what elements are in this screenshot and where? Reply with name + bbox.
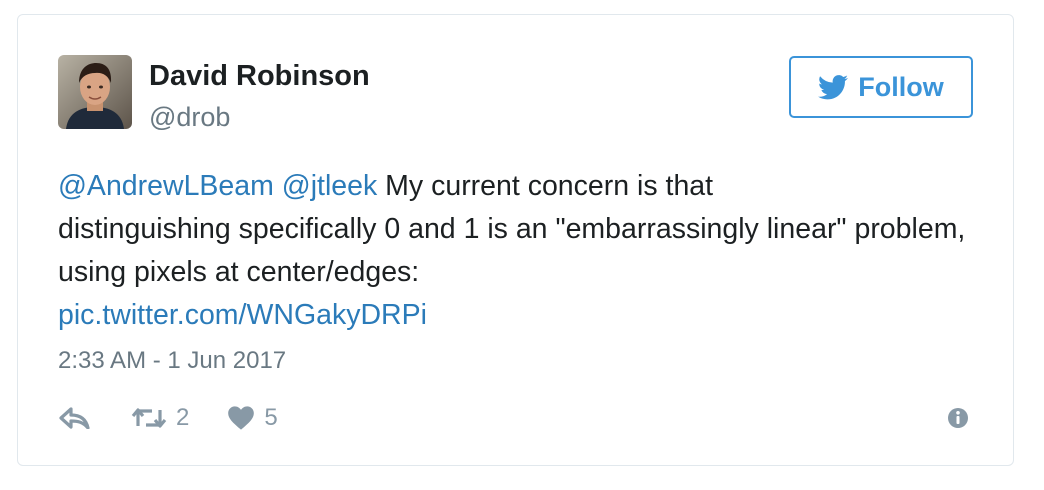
heart-icon xyxy=(228,406,255,430)
mention-jtleek[interactable]: @jtleek xyxy=(282,170,377,202)
mention-andrewlbeam[interactable]: @AndrewLBeam xyxy=(58,170,274,202)
follow-button[interactable]: Follow xyxy=(789,56,973,118)
retweet-count: 2 xyxy=(176,404,190,431)
pic-link[interactable]: pic.twitter.com/WNGakyDRPi xyxy=(58,299,427,331)
author-handle[interactable]: @drob xyxy=(149,102,230,133)
tweet-card: David Robinson @drob Follow @AndrewLBeam… xyxy=(17,14,1014,466)
user-avatar-photo xyxy=(58,55,132,129)
twitter-bird-icon xyxy=(818,74,849,99)
reply-button[interactable] xyxy=(58,407,90,429)
tweet-text: @AndrewLBeam @jtleek My current concern … xyxy=(58,165,978,337)
info-circle-icon xyxy=(948,408,968,428)
like-count: 5 xyxy=(264,404,278,431)
follow-button-label: Follow xyxy=(858,71,944,102)
tweet-text-line-1: My current concern is that xyxy=(377,170,714,202)
tweet-text-body: distinguishing specifically 0 and 1 is a… xyxy=(58,213,966,288)
reply-icon xyxy=(59,407,90,429)
retweet-icon xyxy=(131,408,167,428)
retweet-button[interactable]: 2 xyxy=(131,404,189,432)
avatar[interactable] xyxy=(58,55,132,129)
author-name[interactable]: David Robinson xyxy=(149,60,370,93)
info-icon[interactable] xyxy=(947,407,969,429)
tweet-actions: 2 5 xyxy=(58,401,278,435)
like-button[interactable]: 5 xyxy=(227,404,278,432)
timestamp[interactable]: 2:33 AM - 1 Jun 2017 xyxy=(58,347,286,375)
